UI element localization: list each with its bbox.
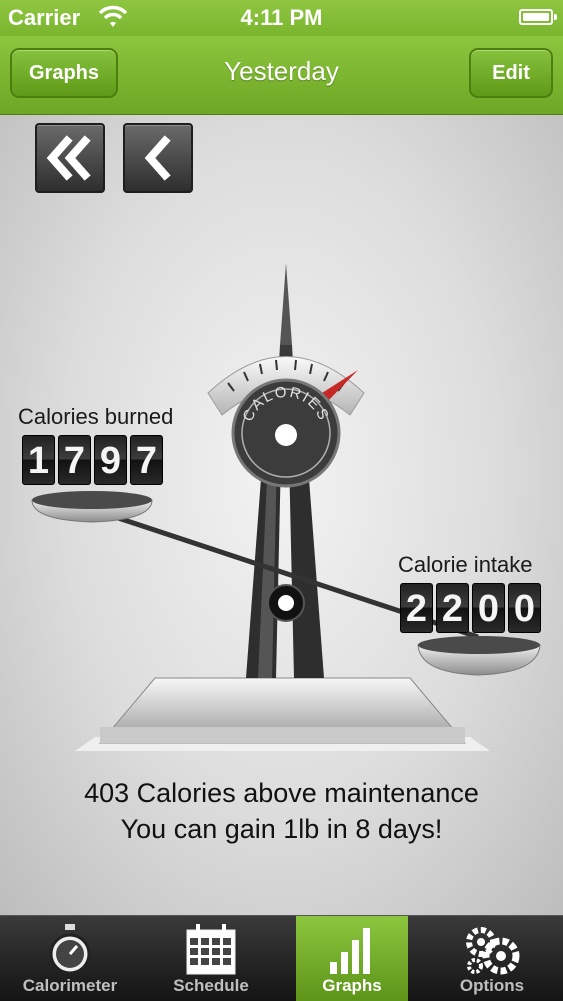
status-bar: Carrier 4:11 PM [0,0,563,36]
counter-digit: 1 [22,435,55,485]
gears-icon [466,927,520,975]
bar-chart-icon [330,928,370,974]
counter-digit: 7 [130,435,163,485]
pan-right-top [418,636,540,654]
calendar-icon [186,924,236,975]
tab-graphs[interactable]: Graphs [296,916,408,1001]
tab-label: Options [459,976,525,995]
status-time: 4:11 PM [240,5,323,30]
counter-digit: 2 [400,583,433,633]
scale-view: CALORIES Calories burned 1 7 9 7 Calorie… [0,115,563,915]
pivot-center [278,595,294,611]
calories-burned-counter: 1 7 9 7 [22,435,163,485]
battery-icon [519,9,557,25]
tab-label: Schedule [173,976,249,995]
edit-button[interactable]: Edit [469,48,553,98]
dial-center [275,424,297,446]
tower-spire [280,263,292,345]
counter-digit: 0 [472,583,505,633]
counter-digit: 0 [508,583,541,633]
counter-digit: 2 [436,583,469,633]
tab-label: Calorimeter [22,976,118,995]
counter-digit: 9 [94,435,127,485]
summary-line-maintenance: 403 Calories above maintenance [84,778,479,808]
calorie-summary: 403 Calories above maintenance You can g… [0,775,563,847]
calorie-intake-label: Calorie intake [398,552,533,577]
tab-options[interactable]: Options [422,916,562,1001]
pan-left-top [32,491,152,509]
calorie-intake-counter: 2 2 0 0 [400,583,541,633]
counter-digit: 7 [58,435,91,485]
summary-line-gain: You can gain 1lb in 8 days! [120,814,443,844]
navigation-bar: Graphs Yesterday Edit [0,36,563,115]
tab-label: Graphs [322,976,382,995]
tab-calorimeter[interactable]: Calorimeter [0,916,140,1001]
base-front [100,727,465,743]
stopwatch-icon [49,924,91,975]
tab-bar: Calorimeter Schedule Graphs Options [0,915,563,1001]
calories-burned-label: Calories burned [18,404,174,429]
tab-schedule[interactable]: Schedule [141,916,281,1001]
